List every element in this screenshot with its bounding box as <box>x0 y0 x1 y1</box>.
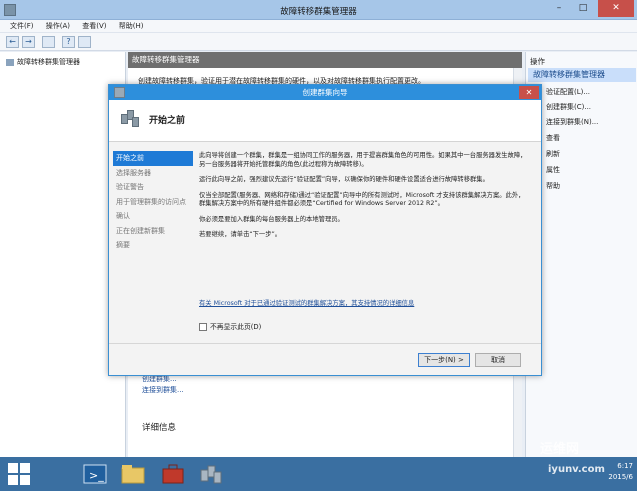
tree-item-failover-cluster-manager[interactable]: 故障转移群集管理器 <box>6 57 80 67</box>
action-help[interactable]: 帮助 <box>546 181 560 191</box>
dialog-header: 开始之前 <box>109 100 541 142</box>
checkbox-box[interactable] <box>199 323 207 331</box>
file-explorer-icon[interactable] <box>118 460 148 488</box>
watermark-brand: 运维网 <box>540 442 580 457</box>
continue-paragraph: 若要继续，请单击“下一步”。 <box>199 231 282 238</box>
help-icon[interactable]: ? <box>62 36 75 48</box>
cluster-icon <box>6 58 14 66</box>
clock-date[interactable]: 2015/6 <box>608 472 633 483</box>
support-paragraph: 仅当全部配置(服务器、网络和存储)通过“验证配置”向导中的所有测试时，Micro… <box>199 191 525 208</box>
cluster-servers-icon <box>121 108 139 132</box>
actions-selected-node[interactable]: 故障转移群集管理器 <box>528 68 636 82</box>
dialog-body: 此向导将创建一个群集，群集是一组协同工作的服务器，用于提高群集角色的可用性。如果… <box>199 152 529 247</box>
cancel-button[interactable]: 取消 <box>475 353 521 367</box>
minimize-button[interactable]: – <box>548 0 570 17</box>
action-validate-config[interactable]: 验证配置(L)... <box>546 87 590 97</box>
center-links: 创建群集... 连接到群集... <box>142 374 184 396</box>
create-cluster-wizard: 创建群集向导 ✕ 开始之前 开始之前 选择服务器 验证警告 用于管理群集的访问点… <box>108 84 542 376</box>
clock-time[interactable]: 6:17 <box>608 461 633 472</box>
action-connect-cluster[interactable]: 连接到群集(N)... <box>546 117 598 127</box>
powershell-icon[interactable]: >_ <box>80 460 110 488</box>
maximize-button[interactable]: □ <box>572 0 594 17</box>
taskbar: >_ 6:17 2015/6 <box>0 457 637 491</box>
properties-icon[interactable] <box>78 36 91 48</box>
connect-cluster-link[interactable]: 连接到群集... <box>142 385 184 396</box>
step-access-point: 用于管理群集的访问点 <box>116 197 186 206</box>
wizard-steps: 开始之前 选择服务器 验证警告 用于管理群集的访问点 确认 正在创建新群集 摘要 <box>113 151 193 253</box>
dialog-title: 创建群集向导 <box>302 88 348 97</box>
details-section-title[interactable]: 详细信息 <box>142 421 176 433</box>
menu-bar: 文件(F) 操作(A) 查看(V) 帮助(H) <box>0 20 637 33</box>
step-validation-warning: 验证警告 <box>116 183 144 191</box>
step-creating-cluster: 正在创建新群集 <box>116 226 165 235</box>
wizard-icon <box>114 87 125 98</box>
do-not-show-checkbox[interactable]: 不再显示此页(D) <box>199 321 261 331</box>
center-header: 故障转移群集管理器 <box>128 52 522 68</box>
admin-paragraph: 你必须是要加入群集的每台服务器上的本地管理员。 <box>199 215 344 223</box>
validate-paragraph: 运行此向导之前，强烈建议先运行“验证配置”向导，以确保你的硬件和硬件设置适合进行… <box>199 176 489 183</box>
step-before-you-begin: 开始之前 <box>113 151 193 166</box>
step-confirmation: 确认 <box>116 212 130 220</box>
svg-text:>_: >_ <box>89 469 104 482</box>
menu-file[interactable]: 文件(F) <box>10 20 34 33</box>
close-button[interactable]: ✕ <box>598 0 634 17</box>
action-create-cluster[interactable]: 创建群集(C)... <box>546 102 591 112</box>
menu-help[interactable]: 帮助(H) <box>119 20 144 33</box>
action-view[interactable]: 查看 <box>546 133 560 143</box>
console-tree-icon[interactable] <box>42 36 55 48</box>
toolbox-icon[interactable] <box>158 460 188 488</box>
dialog-heading: 开始之前 <box>149 116 186 126</box>
menu-view[interactable]: 查看(V) <box>82 20 106 33</box>
checkbox-label: 不再显示此页(D) <box>210 323 262 331</box>
dialog-titlebar: 创建群集向导 ✕ <box>109 85 541 100</box>
watermark-url: iyunv.com <box>548 464 605 475</box>
windows-start-icon[interactable] <box>8 463 30 485</box>
tree-item-label: 故障转移群集管理器 <box>17 58 80 66</box>
cluster-manager-taskbar-icon[interactable] <box>196 460 226 488</box>
action-refresh[interactable]: 刷新 <box>546 149 560 159</box>
menu-action[interactable]: 操作(A) <box>46 20 70 33</box>
back-arrow-icon[interactable]: ← <box>6 36 19 48</box>
intro-paragraph: 此向导将创建一个群集，群集是一组协同工作的服务器，用于提高群集角色的可用性。如果… <box>199 152 527 168</box>
support-info-link[interactable]: 有关 Microsoft 对于已通过验证测试的群集解决方案，其支持情况的详细信息 <box>199 298 414 307</box>
toolbar: ← → ? <box>0 33 637 51</box>
dialog-close-button[interactable]: ✕ <box>519 86 539 99</box>
actions-header: 操作 <box>530 57 545 66</box>
dialog-separator <box>109 343 541 344</box>
window-title: 故障转移群集管理器 <box>280 7 357 17</box>
system-tray: 6:17 2015/6 <box>608 461 633 483</box>
next-button[interactable]: 下一步(N) > <box>418 353 470 367</box>
main-titlebar: 故障转移群集管理器 – □ ✕ <box>0 0 637 20</box>
forward-arrow-icon[interactable]: → <box>22 36 35 48</box>
action-properties[interactable]: 属性 <box>546 165 560 175</box>
step-select-servers: 选择服务器 <box>116 168 151 177</box>
step-summary: 摘要 <box>116 241 130 249</box>
